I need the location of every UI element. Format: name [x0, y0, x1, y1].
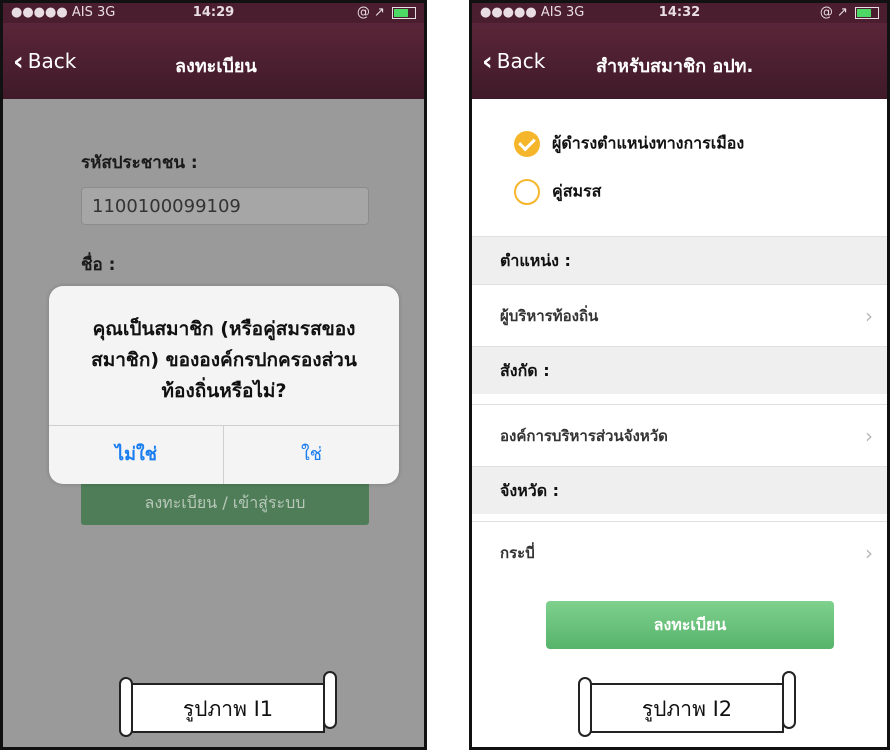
chevron-left-icon: ‹ — [482, 47, 493, 77]
chevron-right-icon: › — [865, 304, 873, 328]
position-heading: ตำแหน่ง : — [472, 236, 887, 284]
affiliation-value: องค์การบริหารส่วนจังหวัด — [500, 427, 668, 445]
status-bar: ●●●●● AIS 3G 14:32 @ ↗ — [472, 3, 887, 23]
back-label: Back — [27, 49, 77, 73]
caption-scroll: รูปภาพ I2 — [578, 671, 796, 741]
option-political-position[interactable]: ผู้ดำรงตำแหน่งทางการเมือง — [514, 131, 744, 157]
phone-screen-1: ●●●●● AIS 3G 14:29 @ ↗ ‹ Back ลงทะเบียน ร… — [0, 0, 427, 750]
back-label: Back — [496, 49, 546, 73]
status-bar: ●●●●● AIS 3G 14:29 @ ↗ — [3, 3, 424, 23]
back-button[interactable]: ‹ Back — [482, 47, 545, 77]
caption-scroll: รูปภาพ I1 — [119, 671, 337, 741]
province-select[interactable]: กระบี่ › — [472, 521, 887, 583]
nav-bar: ‹ Back ลงทะเบียน — [3, 23, 424, 99]
alert-line-2: สมาชิก) ขององค์กรปกครองส่วน — [91, 349, 357, 371]
alert-line-1: คุณเป็นสมาชิก (หรือคู่สมรสของ — [92, 318, 356, 340]
id-label: รหัสประชาชน : — [81, 153, 198, 173]
name-label: ชื่อ : — [81, 255, 116, 275]
chevron-left-icon: ‹ — [13, 47, 24, 77]
affiliation-heading: สังกัด : — [472, 346, 887, 394]
caption-label: รูปภาพ I1 — [131, 683, 325, 733]
id-input[interactable]: 1100100099109 — [81, 187, 369, 225]
page-title: ลงทะเบียน — [175, 56, 257, 77]
register-login-button[interactable]: ลงทะเบียน / เข้าสู่ระบบ — [81, 481, 369, 525]
province-value: กระบี่ — [500, 544, 535, 562]
radio-checked-icon — [514, 131, 540, 157]
page-title: สำหรับสมาชิก อปท. — [596, 56, 754, 77]
status-glyphs: @ ↗ — [356, 5, 385, 20]
register-button[interactable]: ลงทะเบียน — [546, 601, 834, 649]
member-form: ผู้ดำรงตำแหน่งทางการเมือง คู่สมรส ตำแหน่… — [472, 99, 887, 747]
affiliation-select[interactable]: องค์การบริหารส่วนจังหวัด › — [472, 404, 887, 466]
alert-no-button[interactable]: ไม่ใช่ — [49, 426, 224, 484]
position-value: ผู้บริหารท้องถิ่น — [500, 307, 599, 325]
status-glyphs: @ ↗ — [819, 5, 848, 20]
nav-bar: ‹ Back สำหรับสมาชิก อปท. — [472, 23, 887, 99]
back-button[interactable]: ‹ Back — [13, 47, 76, 77]
position-select[interactable]: ผู้บริหารท้องถิ่น › — [472, 284, 887, 346]
status-icons: @ ↗ — [357, 5, 416, 20]
alert-line-3: ท้องถิ่นหรือไม่? — [161, 380, 287, 402]
chevron-right-icon: › — [865, 424, 873, 448]
province-heading: จังหวัด : — [472, 466, 887, 514]
radio-empty-icon — [514, 179, 540, 205]
scroll-curl-right — [323, 671, 337, 729]
caption-label: รูปภาพ I2 — [590, 683, 784, 733]
chevron-right-icon: › — [865, 541, 873, 565]
alert-dialog: คุณเป็นสมาชิก (หรือคู่สมรสของ สมาชิก) ขอ… — [49, 286, 399, 484]
alert-message: คุณเป็นสมาชิก (หรือคู่สมรสของ สมาชิก) ขอ… — [49, 314, 399, 407]
alert-buttons: ไม่ใช่ ใช่ — [49, 425, 399, 484]
option-label: ผู้ดำรงตำแหน่งทางการเมือง — [552, 133, 745, 153]
status-icons: @ ↗ — [820, 5, 879, 20]
alert-yes-button[interactable]: ใช่ — [224, 426, 399, 484]
battery-icon — [855, 6, 879, 19]
option-spouse[interactable]: คู่สมรส — [514, 179, 601, 205]
battery-icon — [392, 6, 416, 19]
phone-screen-2: ●●●●● AIS 3G 14:32 @ ↗ ‹ Back สำหรับสมาชิ… — [469, 0, 890, 750]
option-label: คู่สมรส — [552, 181, 602, 201]
scroll-curl-right — [782, 671, 796, 729]
